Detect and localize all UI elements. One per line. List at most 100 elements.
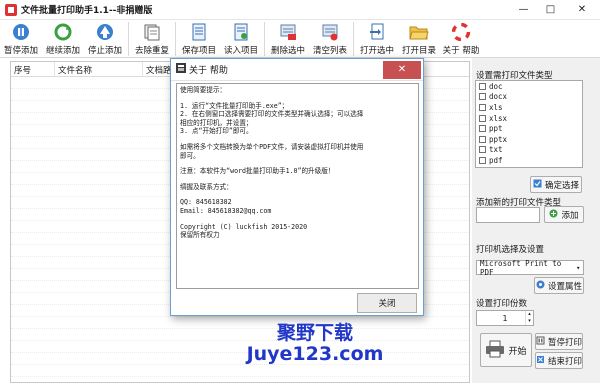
toolbar: 暂停添加 继续添加 停止添加 去除重复 保存项目 读入项目 删除选中 清空列表 … [0, 20, 600, 58]
watermark-line1: 聚野下载 [276, 322, 353, 344]
filetype-checklist: doc docx xls xlsx ppt pptx txt pdf [475, 80, 583, 168]
checkbox[interactable] [479, 156, 486, 164]
settings-panel: 设置需打印文件类型 doc docx xls xlsx ppt pptx txt… [472, 58, 600, 383]
help-icon [451, 22, 471, 42]
toolbar-separator [128, 22, 129, 56]
help-line: Copyright (C) luckfish 2015-2020 [180, 222, 308, 231]
save-project-icon [189, 22, 209, 42]
help-line: 2. 在右侧窗口选择需要打印的文件类型并确认选择；可以选择 [180, 110, 364, 119]
open-folder-icon [409, 22, 429, 42]
help-line: 3. 点“开始打印”即可。 [180, 127, 253, 136]
help-line: 绸握及联系方式： [180, 182, 233, 191]
filetype-docx-checkbox[interactable]: docx [476, 92, 582, 103]
remove-duplicates-icon [142, 22, 162, 42]
chevron-up-icon[interactable]: ▴ [526, 311, 533, 318]
copies-section-label: 设置打印份数 [476, 299, 528, 309]
toolbar-separator [264, 22, 265, 56]
settings-icon [536, 280, 545, 292]
filetype-pdf-checkbox[interactable]: pdf [476, 155, 582, 166]
filetype-xls-checkbox[interactable]: xls [476, 102, 582, 113]
checkbox[interactable] [479, 135, 486, 143]
checkbox[interactable] [479, 93, 486, 101]
start-print-button[interactable]: 开始 [480, 333, 532, 367]
table-row [11, 365, 469, 377]
app-icon [5, 3, 17, 16]
dialog-title: 关于 帮助 [189, 66, 228, 76]
checkbox[interactable] [479, 103, 486, 111]
filetype-txt-checkbox[interactable]: txt [476, 145, 582, 156]
help-line: 即可。 [180, 151, 200, 160]
minimize-icon: — [518, 4, 529, 15]
copies-stepper[interactable]: 1 ▴ ▾ [476, 310, 534, 326]
help-line: QQ: 845618382 [180, 198, 232, 207]
watermark-line2: Juye123.com [246, 343, 384, 365]
chevron-down-icon[interactable]: ▾ [526, 318, 533, 325]
checkbox[interactable] [479, 146, 486, 154]
dialog-close-text-button[interactable]: 关闭 [357, 293, 417, 313]
open-selected-icon [367, 22, 387, 42]
maximize-button[interactable]: □ [537, 0, 564, 20]
window-controls: — □ ✕ [510, 0, 600, 20]
stepper-arrows[interactable]: ▴ ▾ [525, 311, 533, 325]
close-icon: ✕ [577, 4, 587, 15]
help-line: 保留所有权力 [180, 231, 220, 240]
open-folder-button[interactable]: 打开目录 [398, 20, 440, 58]
confirm-selection-button[interactable]: 确定选择 [530, 176, 582, 193]
load-project-button[interactable]: 读入项目 [220, 20, 262, 58]
printer-properties-button[interactable]: 设置属性 [534, 277, 584, 294]
chevron-down-icon: ▾ [576, 263, 581, 272]
printer-icon [485, 340, 505, 361]
help-text-area[interactable]: 使用简要提示： 1. 运行“文件批量打印助手.exe”； 2. 在右侧窗口选择需… [176, 83, 419, 289]
window-title: 文件批量打印助手1.1--非捐赠版 [21, 6, 153, 16]
stop-add-button[interactable]: 停止添加 [84, 20, 126, 58]
new-filetype-input[interactable] [476, 207, 540, 223]
title-bar: 文件批量打印助手1.1--非捐赠版 — □ ✕ [0, 0, 600, 20]
filetype-xlsx-checkbox[interactable]: xlsx [476, 113, 582, 124]
watermark: 聚野下载 Juye123.com [190, 322, 440, 364]
open-selected-button[interactable]: 打开选中 [356, 20, 398, 58]
help-line: 注意：本软件为“word批量打印助手1.0”的升级版！ [180, 167, 335, 176]
filetype-doc-checkbox[interactable]: doc [476, 81, 582, 92]
checkbox[interactable] [479, 82, 486, 90]
confirm-icon [533, 179, 542, 191]
toolbar-separator [175, 22, 176, 56]
maximize-icon: □ [545, 4, 556, 15]
about-help-button[interactable]: 关于 帮助 [440, 20, 482, 58]
help-line: 1. 运行“文件批量打印助手.exe”； [180, 101, 289, 110]
column-index[interactable]: 序号 [11, 62, 55, 76]
close-icon: ✕ [397, 64, 407, 75]
minimize-button[interactable]: — [510, 0, 537, 20]
printer-select[interactable]: Microsoft Print to PDF ▾ [476, 259, 584, 277]
delete-selected-icon [278, 22, 298, 42]
load-project-icon [231, 22, 251, 42]
add-filetype-button[interactable]: 添加 [544, 206, 584, 223]
save-project-button[interactable]: 保存项目 [178, 20, 220, 58]
dialog-app-icon [176, 63, 186, 76]
end-print-button[interactable]: 结束打印 [535, 352, 583, 369]
help-line: 如需将多个文档转换为单个PDF文件，请安装虚拟打印机并使用 [180, 142, 364, 151]
checkbox[interactable] [479, 114, 486, 122]
toolbar-separator [353, 22, 354, 56]
checkbox[interactable] [479, 125, 486, 133]
dialog-close-button[interactable]: ✕ [383, 60, 421, 79]
about-help-dialog: 关于 帮助 ✕ 使用简要提示： 1. 运行“文件批量打印助手.exe”； 2. … [170, 58, 424, 316]
add-icon [549, 209, 558, 221]
pause-icon [536, 336, 545, 348]
printer-section-label: 打印机选择及设置 [476, 245, 545, 255]
delete-selected-button[interactable]: 删除选中 [267, 20, 309, 58]
column-filename[interactable]: 文件名称 [55, 62, 143, 76]
remove-duplicates-button[interactable]: 去除重复 [131, 20, 173, 58]
continue-add-icon [53, 22, 73, 42]
dialog-title-bar: 关于 帮助 ✕ [171, 59, 423, 81]
clear-list-button[interactable]: 清空列表 [309, 20, 351, 58]
pause-print-button[interactable]: 暂停打印 [535, 333, 583, 350]
filetype-pptx-checkbox[interactable]: pptx [476, 134, 582, 145]
stop-add-icon [95, 22, 115, 42]
filetype-ppt-checkbox[interactable]: ppt [476, 123, 582, 134]
pause-add-button[interactable]: 暂停添加 [0, 20, 42, 58]
help-line: 使用简要提示： [180, 86, 227, 94]
continue-add-button[interactable]: 继续添加 [42, 20, 84, 58]
help-line: Email: 845618382@qq.com [180, 206, 272, 215]
clear-list-icon [320, 22, 340, 42]
close-button[interactable]: ✕ [564, 0, 600, 20]
